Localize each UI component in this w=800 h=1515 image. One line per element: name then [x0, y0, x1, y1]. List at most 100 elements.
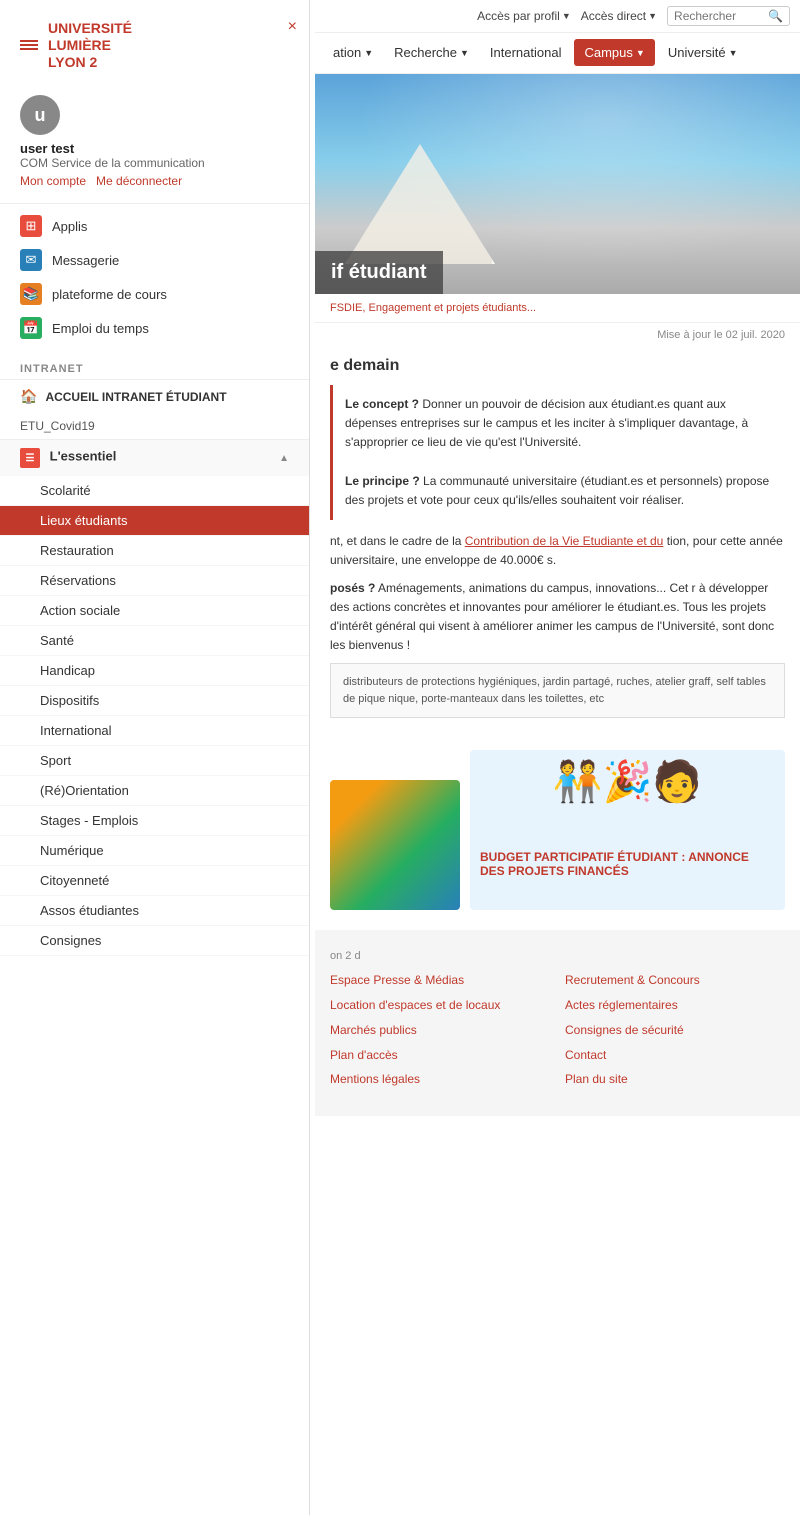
chevron-down-icon: ▼ — [562, 11, 571, 21]
applis-label: Applis — [52, 219, 87, 234]
footer-marches-publics[interactable]: Marchés publics — [330, 1022, 550, 1039]
user-area: u user test COM Service de la communicat… — [0, 85, 309, 203]
nav-item-universite[interactable]: Université ▼ — [660, 33, 746, 72]
budget-image-right: 🧑‍🤝‍🧑🎉🧑 BUDGET PARTICIPATIF ÉTUDIANT : A… — [470, 750, 785, 910]
concept-label: Le concept ? — [345, 397, 419, 411]
proposes-label: posés ? — [330, 581, 375, 595]
footer-recrutement[interactable]: Recrutement & Concours — [565, 972, 785, 989]
cours-link[interactable]: 📚 plateforme de cours — [20, 277, 289, 311]
user-department: COM Service de la communication — [20, 156, 205, 170]
sidebar-item-restauration[interactable]: Restauration — [0, 536, 309, 566]
proposes-text: posés ? Aménagements, animations du camp… — [330, 579, 785, 656]
main-content: ation ▼ Recherche ▼ International Campus… — [315, 32, 800, 1116]
chevron-up-icon: ▲ — [279, 453, 289, 464]
sidebar-item-sport[interactable]: Sport — [0, 746, 309, 776]
search-input[interactable] — [674, 9, 764, 23]
accueil-intranet-item[interactable]: 🏠 ACCUEIL INTRANET ÉTUDIANT — [0, 379, 309, 413]
people-illustration: 🧑‍🤝‍🧑🎉🧑 — [470, 758, 785, 805]
messagerie-link[interactable]: ✉ Messagerie — [20, 243, 289, 277]
nav-item-campus[interactable]: Campus ▼ — [574, 39, 654, 66]
sidebar-item-stages-emplois[interactable]: Stages - Emplois — [0, 806, 309, 836]
emploi-temps-label: Emploi du temps — [52, 321, 149, 336]
logo-text: UNIVERSITÉ LUMIÈRE LYON 2 — [48, 20, 132, 70]
messagerie-label: Messagerie — [52, 253, 119, 268]
course-icon: 📚 — [20, 283, 42, 305]
chevron-down-icon-2: ▼ — [648, 11, 657, 21]
sidebar-item-numerique[interactable]: Numérique — [0, 836, 309, 866]
nav-formation-label: ation — [333, 45, 361, 60]
applis-link[interactable]: ⊞ Applis — [20, 209, 289, 243]
acces-direct-dropdown[interactable]: Accès direct ▼ — [581, 9, 657, 23]
sidebar-item-handicap[interactable]: Handicap — [0, 656, 309, 686]
nav-item-international[interactable]: International — [482, 33, 570, 72]
emploi-temps-link[interactable]: 📅 Emploi du temps — [20, 311, 289, 345]
acces-profil-dropdown[interactable]: Accès par profil ▼ — [477, 9, 571, 23]
essentiel-header[interactable]: ☰ L'essentiel ▲ — [0, 439, 309, 476]
nav-item-formation[interactable]: ation ▼ — [325, 33, 381, 72]
footer-consignes-securite[interactable]: Consignes de sécurité — [565, 1022, 785, 1039]
etu-covid-item[interactable]: ETU_Covid19 — [0, 413, 309, 439]
footer-espace-presse[interactable]: Espace Presse & Médias — [330, 972, 550, 989]
content-area: e demain Le concept ? Donner un pouvoir … — [315, 347, 800, 740]
nav-recherche-label: Recherche — [394, 45, 457, 60]
footer-col-1: Espace Presse & Médias Location d'espace… — [330, 972, 550, 1096]
footer-col-2: Recrutement & Concours Actes réglementai… — [565, 972, 785, 1096]
content-title: e demain — [330, 357, 785, 375]
footer-plan-acces[interactable]: Plan d'accès — [330, 1047, 550, 1064]
nav-item-recherche[interactable]: Recherche ▼ — [386, 33, 477, 72]
hero-image: if étudiant — [315, 74, 800, 294]
sidebar-item-reservations[interactable]: Réservations — [0, 566, 309, 596]
sidebar-item-action-sociale[interactable]: Action sociale — [0, 596, 309, 626]
top-bar: Accès par profil ▼ Accès direct ▼ 🔍 — [315, 0, 800, 33]
intranet-label: INTRANET — [0, 355, 309, 379]
breadcrumb[interactable]: FSDIE, Engagement et projets étudiants..… — [315, 294, 800, 323]
search-icon[interactable]: 🔍 — [768, 9, 783, 23]
logo-area: UNIVERSITÉ LUMIÈRE LYON 2 — [0, 0, 309, 85]
footer-plan-site[interactable]: Plan du site — [565, 1071, 785, 1088]
grid-icon: ⊞ — [20, 215, 42, 237]
user-name: user test — [20, 141, 74, 156]
concept-box: Le concept ? Donner un pouvoir de décisi… — [330, 385, 785, 520]
footer-left-info: on 2 d — [330, 950, 785, 962]
budget-image-left — [330, 780, 460, 910]
user-links: Mon compte Me déconnecter — [20, 174, 182, 188]
footer-contact[interactable]: Contact — [565, 1047, 785, 1064]
essentiel-left: ☰ L'essentiel — [20, 448, 116, 468]
accueil-intranet-label: ACCUEIL INTRANET ÉTUDIANT — [45, 390, 226, 404]
app-links: ⊞ Applis ✉ Messagerie 📚 plateforme de co… — [0, 203, 309, 355]
sidebar-item-lieux-etudiants[interactable]: Lieux étudiants — [0, 506, 309, 536]
sidebar-item-sante[interactable]: Santé — [0, 626, 309, 656]
mon-compte-link[interactable]: Mon compte — [20, 174, 86, 188]
deconnexion-link[interactable]: Me déconnecter — [96, 174, 182, 188]
cvec-link[interactable]: Contribution de la Vie Etudiante et du — [465, 534, 664, 548]
nav-international-label: International — [490, 45, 562, 60]
sidebar-item-assos-etudiantes[interactable]: Assos étudiantes — [0, 896, 309, 926]
footer-actes[interactable]: Actes réglementaires — [565, 997, 785, 1014]
content-quote: distributeurs de protections hygiéniques… — [330, 663, 785, 718]
sidebar-item-scolarite[interactable]: Scolarité — [0, 476, 309, 506]
calendar-icon: 📅 — [20, 317, 42, 339]
essentiel-icon: ☰ — [20, 448, 40, 468]
close-button[interactable]: × — [288, 18, 297, 36]
search-box[interactable]: 🔍 — [667, 6, 790, 26]
sidebar-item-reorientation[interactable]: (Ré)Orientation — [0, 776, 309, 806]
nav-chevron-icon-2: ▼ — [460, 48, 469, 58]
acces-direct-label: Accès direct — [581, 9, 646, 23]
body-text-1: nt, et dans le cadre de la Contribution … — [330, 532, 785, 570]
mail-icon: ✉ — [20, 249, 42, 271]
house-icon: 🏠 — [20, 388, 37, 405]
sidebar-item-consignes[interactable]: Consignes — [0, 926, 309, 956]
footer: on 2 d Espace Presse & Médias Location d… — [315, 930, 800, 1116]
footer-columns: Espace Presse & Médias Location d'espace… — [330, 972, 785, 1096]
nav-universite-label: Université — [668, 45, 726, 60]
nav-campus-label: Campus — [584, 45, 632, 60]
sidebar-item-citoyennete[interactable]: Citoyenneté — [0, 866, 309, 896]
budget-title: BUDGET PARTICIPATIF ÉTUDIANT : ANNONCE D… — [480, 850, 775, 878]
logo-lines-icon — [20, 38, 38, 52]
footer-location[interactable]: Location d'espaces et de locaux — [330, 997, 550, 1014]
footer-mentions-legales[interactable]: Mentions légales — [330, 1071, 550, 1088]
nav-bar: ation ▼ Recherche ▼ International Campus… — [315, 32, 800, 74]
nav-chevron-icon-4: ▼ — [729, 48, 738, 58]
sidebar-item-dispositifs[interactable]: Dispositifs — [0, 686, 309, 716]
sidebar-item-international[interactable]: International — [0, 716, 309, 746]
